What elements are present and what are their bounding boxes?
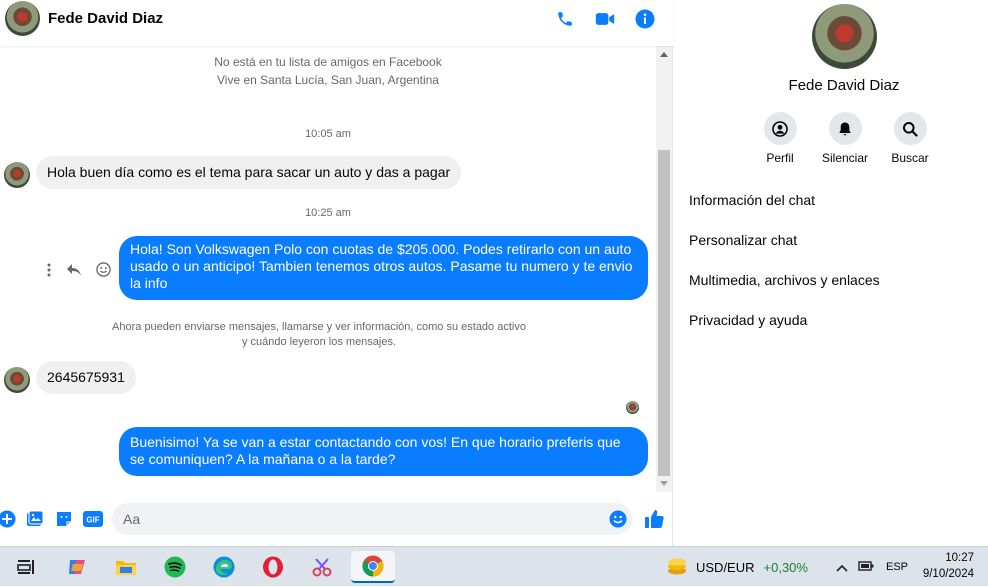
clock[interactable]: 10:27 9/10/2024 xyxy=(923,550,974,582)
like-icon[interactable] xyxy=(644,509,664,529)
message-actions xyxy=(46,262,111,280)
read-receipt-avatar xyxy=(626,401,639,414)
chevron-up-icon[interactable] xyxy=(836,560,848,575)
conversation-info-panel: Fede David Diaz Perfil Silenciar Buscar xyxy=(674,0,988,546)
mute-label: Silenciar xyxy=(821,151,869,165)
incoming-message[interactable]: 2645675931 xyxy=(36,361,136,394)
message-input[interactable] xyxy=(112,503,592,535)
plus-icon[interactable] xyxy=(0,510,16,528)
message-input-box xyxy=(112,503,632,535)
battery-icon[interactable] xyxy=(858,560,874,575)
contact-avatar[interactable] xyxy=(5,1,40,36)
notice-line: y cuándo leyeron los mensajes. xyxy=(241,336,397,348)
message-composer: GIF xyxy=(0,500,673,540)
incoming-message[interactable]: Hola buen día como es el tema para sacar… xyxy=(36,156,462,189)
menu-media-files-links[interactable]: Multimedia, archivos y enlaces xyxy=(689,270,880,310)
more-options-icon[interactable] xyxy=(46,263,52,280)
chat-header: Fede David Diaz xyxy=(0,0,673,46)
ticker-label: USD/EUR xyxy=(696,559,755,575)
chrome-icon[interactable] xyxy=(351,551,395,583)
copilot-icon[interactable] xyxy=(57,551,97,583)
sender-avatar[interactable] xyxy=(4,162,30,188)
ticker-value: +0,30% xyxy=(763,559,808,575)
edge-icon[interactable] xyxy=(204,551,244,583)
menu-customize-chat[interactable]: Personalizar chat xyxy=(689,230,880,270)
emoji-icon[interactable] xyxy=(609,510,627,533)
clock-date: 9/10/2024 xyxy=(922,568,974,580)
scroll-down-arrow[interactable] xyxy=(660,481,668,486)
notice-line: Ahora pueden enviarse mensajes, llamarse… xyxy=(112,321,526,333)
intro-not-friend: No está en tu lista de amigos en Faceboo… xyxy=(214,55,442,69)
mute-button[interactable]: Silenciar xyxy=(822,112,868,165)
timestamp: 10:05 am xyxy=(305,128,351,140)
outgoing-message[interactable]: Hola! Son Volkswagen Polo con cuotas de … xyxy=(119,236,648,300)
search-button[interactable]: Buscar xyxy=(891,112,929,165)
search-label: Buscar xyxy=(891,151,929,165)
outgoing-message[interactable]: Buenisimo! Ya se van a estar contactando… xyxy=(119,427,648,476)
phone-icon[interactable] xyxy=(554,8,575,29)
menu-privacy-help[interactable]: Privacidad y ayuda xyxy=(689,310,880,350)
video-call-icon[interactable] xyxy=(594,8,615,29)
snipping-tool-icon[interactable] xyxy=(302,551,342,583)
profile-label: Perfil xyxy=(766,151,794,165)
sender-avatar[interactable] xyxy=(4,367,30,393)
react-emoji-icon[interactable] xyxy=(96,262,111,280)
profile-actions: Perfil Silenciar Buscar xyxy=(762,112,929,165)
chat-pane: Fede David Diaz No está en tu lista de a… xyxy=(0,0,673,546)
intro-location: Vive en Santa Lucía, San Juan, Argentina xyxy=(217,73,439,87)
spotify-icon[interactable] xyxy=(155,551,195,583)
search-icon xyxy=(893,112,927,145)
contact-name[interactable]: Fede David Diaz xyxy=(48,10,163,27)
file-explorer-icon[interactable] xyxy=(106,551,146,583)
info-icon[interactable] xyxy=(634,8,655,29)
header-actions xyxy=(554,8,655,29)
language-indicator[interactable]: ESP xyxy=(886,561,908,573)
message-scrollbar[interactable] xyxy=(656,46,672,492)
gallery-icon[interactable] xyxy=(26,510,44,528)
info-menu: Información del chat Personalizar chat M… xyxy=(689,190,880,350)
message-list[interactable]: No está en tu lista de amigos en Faceboo… xyxy=(0,46,656,492)
gif-icon[interactable]: GIF xyxy=(83,510,103,528)
reply-icon[interactable] xyxy=(66,263,82,280)
menu-chat-info[interactable]: Información del chat xyxy=(689,190,880,230)
coins-icon xyxy=(666,555,688,580)
taskbar: USD/EUR +0,30% ESP 10:27 9/10/2024 xyxy=(0,546,988,586)
bell-icon xyxy=(828,112,862,145)
profile-icon xyxy=(763,112,797,145)
svg-text:GIF: GIF xyxy=(86,516,99,525)
profile-avatar[interactable] xyxy=(812,4,877,69)
sticker-icon[interactable] xyxy=(55,510,73,528)
scroll-up-arrow[interactable] xyxy=(660,52,668,57)
timestamp: 10:25 am xyxy=(305,207,351,219)
system-tray: ESP xyxy=(836,547,908,587)
scrollbar-thumb[interactable] xyxy=(658,150,670,476)
clock-time: 10:27 xyxy=(945,552,974,564)
profile-button[interactable]: Perfil xyxy=(762,112,798,165)
stock-widget[interactable]: USD/EUR +0,30% xyxy=(666,547,808,587)
task-view-icon[interactable] xyxy=(6,551,46,583)
profile-name: Fede David Diaz xyxy=(788,77,900,94)
opera-icon[interactable] xyxy=(253,551,293,583)
